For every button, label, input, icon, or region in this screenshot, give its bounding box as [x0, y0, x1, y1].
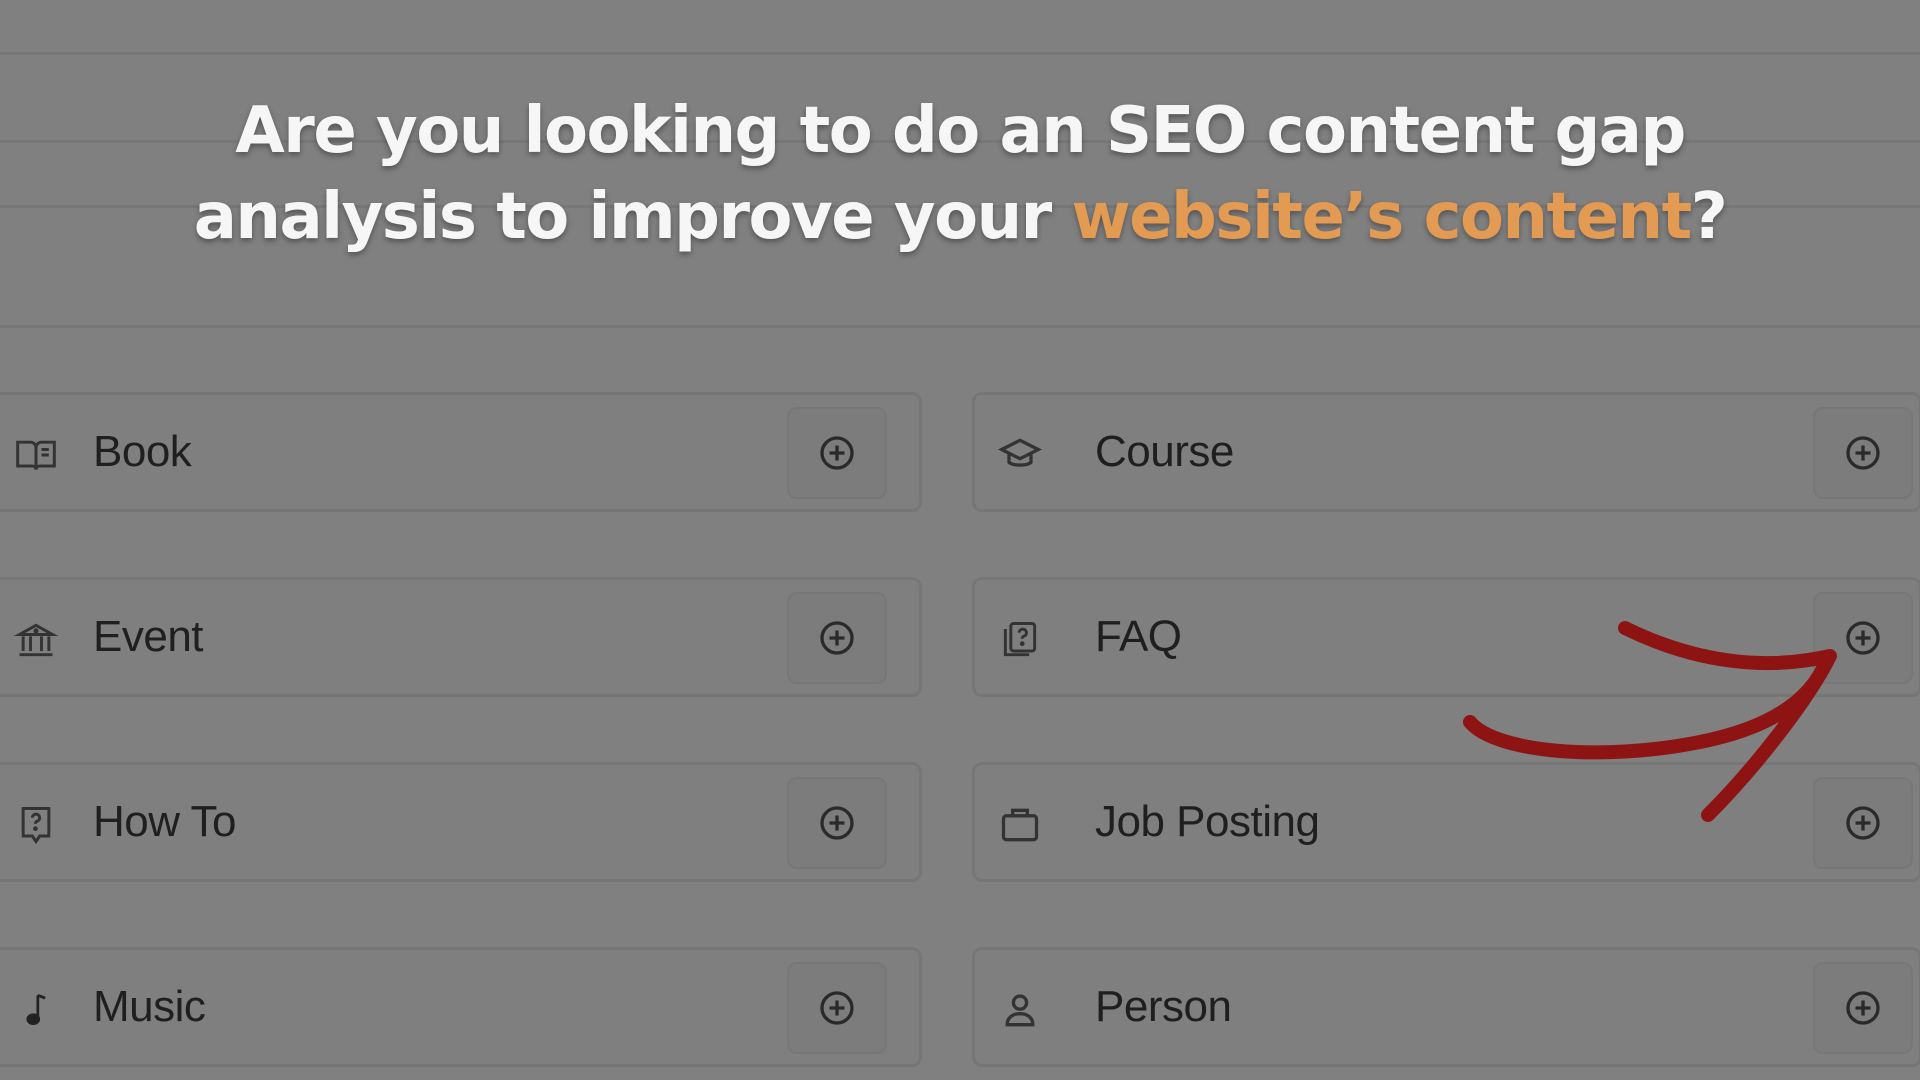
- plus-circle-icon: [820, 806, 854, 840]
- plus-circle-icon: [1846, 621, 1880, 655]
- schema-label: Job Posting: [1095, 797, 1320, 846]
- add-course-button[interactable]: [1813, 407, 1913, 499]
- schema-card-book: Book: [0, 392, 922, 512]
- plus-circle-icon: [1846, 436, 1880, 470]
- headline: Are you looking to do an SEO content gap…: [0, 88, 1920, 260]
- add-event-button[interactable]: [787, 592, 887, 684]
- briefcase-icon: [995, 765, 1045, 885]
- plus-circle-icon: [820, 621, 854, 655]
- background-divider: [0, 325, 1920, 328]
- venue-building-icon: [11, 580, 61, 700]
- add-job-posting-button[interactable]: [1813, 777, 1913, 869]
- music-note-icon: [11, 950, 61, 1070]
- person-icon: [995, 950, 1045, 1070]
- add-how-to-button[interactable]: [787, 777, 887, 869]
- schema-card-event: Event: [0, 577, 922, 697]
- question-note-icon: [11, 765, 61, 885]
- headline-accent: website’s content: [1071, 180, 1693, 254]
- add-faq-button[interactable]: [1813, 592, 1913, 684]
- graduation-cap-icon: [995, 395, 1045, 515]
- headline-line-2-prefix: analysis to improve your: [193, 180, 1072, 254]
- schema-card-job-posting: Job Posting: [972, 762, 1920, 882]
- schema-label: Person: [1095, 982, 1232, 1031]
- headline-line-2-suffix: ?: [1690, 180, 1728, 254]
- schema-card-how-to: How To: [0, 762, 922, 882]
- plus-circle-icon: [1846, 991, 1880, 1025]
- schema-label: FAQ: [1095, 612, 1182, 661]
- schema-card-faq: FAQ: [972, 577, 1920, 697]
- open-book-icon: [11, 395, 61, 515]
- schema-card-music: Music: [0, 947, 922, 1067]
- schema-label: Course: [1095, 427, 1234, 476]
- schema-label: Book: [93, 427, 192, 476]
- plus-circle-icon: [820, 436, 854, 470]
- schema-label: How To: [93, 797, 236, 846]
- plus-circle-icon: [1846, 806, 1880, 840]
- headline-line-1: Are you looking to do an SEO content gap: [235, 94, 1686, 168]
- add-person-button[interactable]: [1813, 962, 1913, 1054]
- headline-line-2: analysis to improve your website’s conte…: [0, 174, 1920, 260]
- plus-circle-icon: [820, 991, 854, 1025]
- schema-card-person: Person: [972, 947, 1920, 1067]
- add-book-button[interactable]: [787, 407, 887, 499]
- background-divider: [0, 52, 1920, 55]
- question-document-icon: [995, 580, 1045, 700]
- schema-card-course: Course: [972, 392, 1920, 512]
- schema-label: Event: [93, 612, 204, 661]
- schema-label: Music: [93, 982, 206, 1031]
- add-music-button[interactable]: [787, 962, 887, 1054]
